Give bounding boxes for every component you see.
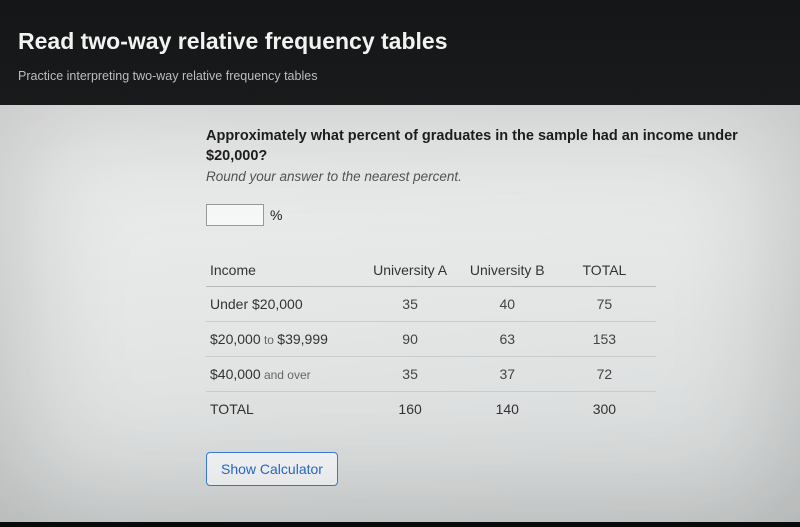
cell-value: 63 bbox=[462, 322, 559, 357]
cell-value: 40 bbox=[462, 287, 559, 322]
cell-value: 72 bbox=[559, 357, 656, 392]
answer-row: % bbox=[206, 204, 800, 226]
table-row: Under $20,000 35 40 75 bbox=[206, 287, 656, 322]
answer-unit: % bbox=[270, 207, 282, 223]
cell-value: 37 bbox=[462, 357, 559, 392]
table-row: $40,000 and over 35 37 72 bbox=[206, 357, 656, 392]
frequency-table: Income University A University B TOTAL U… bbox=[206, 254, 656, 426]
table-header-row: Income University A University B TOTAL bbox=[206, 254, 656, 287]
row-label: $20,000 to $39,999 bbox=[206, 322, 365, 357]
page-header: Read two-way relative frequency tables P… bbox=[0, 0, 800, 105]
cell-value: 35 bbox=[365, 287, 462, 322]
col-university-a: University A bbox=[365, 254, 462, 287]
answer-input[interactable] bbox=[206, 204, 264, 226]
page-title: Read two-way relative frequency tables bbox=[18, 28, 782, 55]
cell-value: 153 bbox=[559, 322, 656, 357]
page-subtitle: Practice interpreting two-way relative f… bbox=[18, 69, 782, 83]
show-calculator-button[interactable]: Show Calculator bbox=[206, 452, 338, 486]
cell-value: 75 bbox=[559, 287, 656, 322]
row-label: $40,000 and over bbox=[206, 357, 365, 392]
table-row: $20,000 to $39,999 90 63 153 bbox=[206, 322, 656, 357]
col-total: TOTAL bbox=[559, 254, 656, 287]
col-university-b: University B bbox=[462, 254, 559, 287]
cell-value: 160 bbox=[365, 392, 462, 427]
table-row-total: TOTAL 160 140 300 bbox=[206, 392, 656, 427]
col-income: Income bbox=[206, 254, 365, 287]
row-label-total: TOTAL bbox=[206, 392, 365, 427]
cell-value: 35 bbox=[365, 357, 462, 392]
cell-value: 90 bbox=[365, 322, 462, 357]
question-prompt: Approximately what percent of graduates … bbox=[206, 127, 786, 166]
cell-value: 300 bbox=[559, 392, 656, 427]
question-hint: Round your answer to the nearest percent… bbox=[206, 169, 800, 184]
row-label: Under $20,000 bbox=[206, 287, 365, 322]
cell-value: 140 bbox=[462, 392, 559, 427]
content-area: Approximately what percent of graduates … bbox=[0, 105, 800, 522]
